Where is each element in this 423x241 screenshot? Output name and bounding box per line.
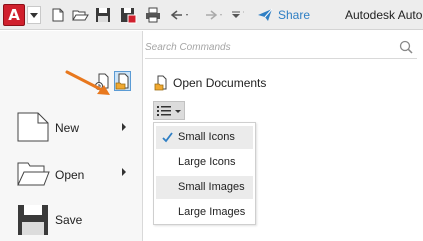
view-option-large-images[interactable]: Large Images xyxy=(156,201,253,224)
undo-icon xyxy=(170,10,188,20)
undo-button[interactable] xyxy=(169,6,191,24)
share-icon xyxy=(258,8,273,21)
new-icon xyxy=(52,8,64,22)
view-option-small-images[interactable]: Small Images xyxy=(156,176,253,199)
redo-button[interactable] xyxy=(203,6,225,24)
recent-documents-toggle[interactable] xyxy=(94,71,111,91)
app-button-letter: A xyxy=(8,6,20,24)
list-view-icon xyxy=(157,106,181,116)
menu-item-open[interactable]: Open xyxy=(0,153,143,197)
share-label: Share xyxy=(278,8,311,22)
view-options-menu: Small Icons Large Icons Small Images Lar… xyxy=(153,122,256,225)
application-menu-dropdown[interactable] xyxy=(27,6,41,24)
save-icon xyxy=(96,8,110,22)
view-option-large-icons[interactable]: Large Icons xyxy=(156,151,253,174)
open-button[interactable] xyxy=(71,6,89,24)
redo-icon xyxy=(206,10,222,20)
submenu-arrow-icon xyxy=(122,168,126,176)
view-options-dropdown[interactable] xyxy=(153,101,185,120)
search-icon[interactable] xyxy=(399,40,413,54)
recent-documents-icon xyxy=(95,73,109,90)
open-folder-icon xyxy=(17,162,50,186)
open-documents-toggle[interactable] xyxy=(114,71,131,91)
open-icon xyxy=(72,10,89,21)
search-commands-field[interactable] xyxy=(145,37,417,59)
app-title: Autodesk Auto xyxy=(345,8,423,22)
view-option-small-icons[interactable]: Small Icons xyxy=(156,126,253,149)
application-menu-panel: New Open Save Search Commands Open Docum… xyxy=(0,31,423,241)
save-as-button[interactable] xyxy=(119,6,137,24)
save-disk-icon xyxy=(18,205,48,235)
save-as-icon xyxy=(121,8,137,24)
customize-icon xyxy=(232,11,244,18)
submenu-arrow-icon xyxy=(122,123,126,131)
menu-item-new[interactable]: New xyxy=(0,107,143,151)
quick-access-toolbar: A Share Autodesk Auto xyxy=(0,0,423,30)
new-document-icon xyxy=(17,112,49,142)
save-button[interactable] xyxy=(94,6,112,24)
customize-toolbar-button[interactable] xyxy=(229,6,251,24)
menu-item-label: Save xyxy=(55,213,83,227)
open-documents-title: Open Documents xyxy=(173,76,267,90)
menu-item-label: Open xyxy=(55,168,85,182)
share-button[interactable]: Share xyxy=(257,7,310,23)
plot-icon xyxy=(146,7,160,23)
search-input[interactable] xyxy=(145,37,395,57)
open-documents-icon xyxy=(115,73,129,90)
menu-commands-column: New Open Save xyxy=(0,31,143,241)
new-button[interactable] xyxy=(49,6,67,24)
open-documents-heading: Open Documents xyxy=(154,75,266,91)
plot-button[interactable] xyxy=(144,6,162,24)
menu-item-save[interactable]: Save xyxy=(0,199,143,241)
checkmark-icon xyxy=(162,132,173,143)
menu-item-label: New xyxy=(55,121,80,135)
application-menu-button[interactable]: A xyxy=(3,4,25,26)
open-documents-icon xyxy=(154,75,167,91)
caret-down-icon xyxy=(30,13,38,18)
